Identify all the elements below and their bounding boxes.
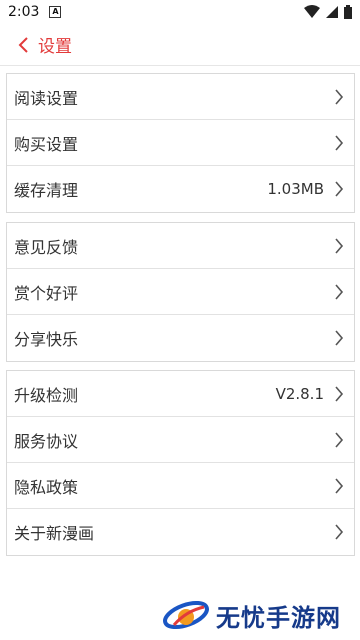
row-label: 升级检测 <box>14 385 79 405</box>
settings-group-general: 阅读设置 购买设置 缓存清理 1.03MB <box>6 73 355 213</box>
row-label: 阅读设置 <box>14 88 79 108</box>
version-value: V2.8.1 <box>275 384 324 403</box>
chevron-right-icon <box>335 181 344 197</box>
status-bar: 2:03 A <box>0 0 360 24</box>
row-rate-app[interactable]: 赏个好评 <box>7 269 354 315</box>
notification-icon: A <box>49 6 62 18</box>
settings-group-about: 升级检测 V2.8.1 服务协议 隐私政策 关于新漫画 <box>6 370 355 556</box>
signal-icon <box>326 6 338 18</box>
settings-group-feedback: 意见反馈 赏个好评 分享快乐 <box>6 222 355 362</box>
page-title: 设置 <box>38 37 72 57</box>
chevron-right-icon <box>335 88 344 105</box>
chevron-right-icon <box>335 431 344 448</box>
chevron-right-icon <box>335 134 344 151</box>
app-header: 设置 <box>0 24 360 66</box>
row-label: 赏个好评 <box>14 283 79 303</box>
chevron-right-icon <box>335 477 344 494</box>
cache-size-value: 1.03MB <box>267 180 324 198</box>
chevron-right-icon <box>335 237 344 254</box>
row-share[interactable]: 分享快乐 <box>7 315 354 361</box>
row-check-update[interactable]: 升级检测 V2.8.1 <box>7 371 354 417</box>
chevron-right-icon <box>335 385 344 402</box>
row-label: 购买设置 <box>14 134 79 154</box>
chevron-right-icon <box>335 330 344 346</box>
watermark-text: 无忧手游网 <box>216 603 341 632</box>
row-about[interactable]: 关于新漫画 <box>7 509 354 555</box>
chevron-right-icon <box>335 524 344 540</box>
row-label: 意见反馈 <box>14 237 79 257</box>
row-purchase-settings[interactable]: 购买设置 <box>7 120 354 166</box>
row-reading-settings[interactable]: 阅读设置 <box>7 74 354 120</box>
status-time: 2:03 <box>8 4 40 20</box>
row-label: 关于新漫画 <box>14 524 95 543</box>
row-label: 隐私政策 <box>14 477 79 497</box>
row-service-agreement[interactable]: 服务协议 <box>7 417 354 463</box>
row-label: 服务协议 <box>14 431 79 451</box>
back-icon[interactable] <box>12 33 36 57</box>
row-privacy-policy[interactable]: 隐私政策 <box>7 463 354 509</box>
battery-icon <box>344 5 352 19</box>
watermark-logo-icon <box>163 600 209 630</box>
row-label: 分享快乐 <box>14 330 79 349</box>
row-feedback[interactable]: 意见反馈 <box>7 223 354 269</box>
row-clear-cache[interactable]: 缓存清理 1.03MB <box>7 166 354 212</box>
watermark: 无忧手游网 <box>160 590 360 640</box>
wifi-icon <box>304 5 320 18</box>
chevron-right-icon <box>335 283 344 300</box>
row-label: 缓存清理 <box>14 181 79 200</box>
